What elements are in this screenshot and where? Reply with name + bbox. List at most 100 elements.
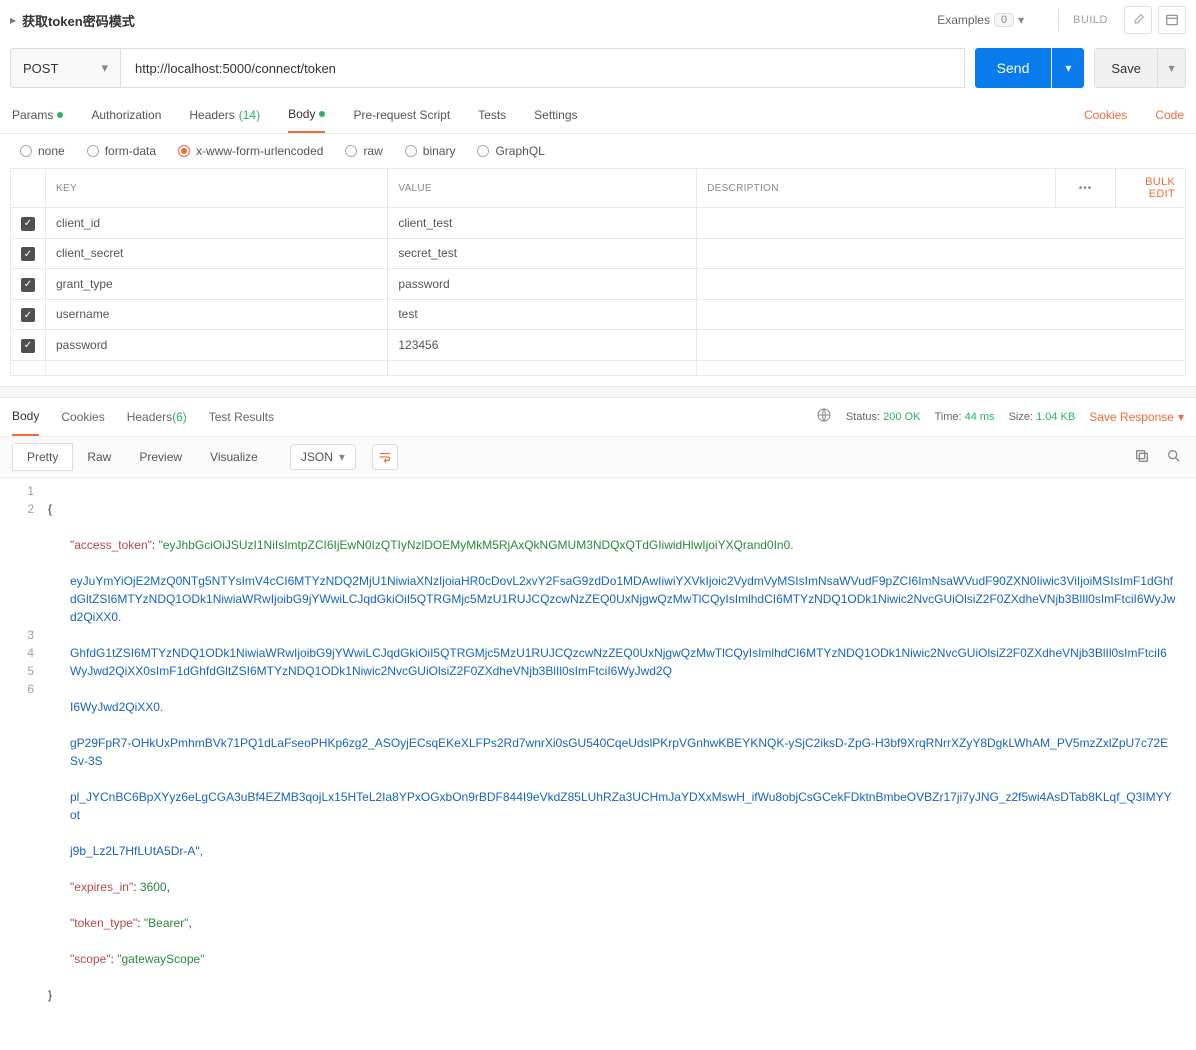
- col-value: VALUE: [388, 169, 697, 208]
- tab-body[interactable]: Body: [288, 96, 325, 133]
- bulk-edit-link[interactable]: Bulk Edit: [1116, 169, 1186, 208]
- dot-icon: [57, 112, 63, 118]
- send-dropdown[interactable]: ▾: [1052, 48, 1084, 88]
- checkbox-icon[interactable]: ✓: [21, 247, 35, 261]
- save-dropdown[interactable]: ▾: [1158, 48, 1186, 88]
- radio-binary[interactable]: binary: [405, 144, 456, 158]
- title-bar: ▸ 获取token密码模式 Examples 0 ▾ BUILD: [0, 0, 1196, 40]
- url-input[interactable]: [120, 48, 965, 88]
- viewer-visualize[interactable]: Visualize: [196, 444, 272, 470]
- tab-prerequest[interactable]: Pre-request Script: [353, 96, 450, 133]
- collapse-caret-icon[interactable]: ▸: [10, 13, 16, 27]
- cell-description[interactable]: [697, 299, 1186, 330]
- code-link[interactable]: Code: [1155, 108, 1184, 122]
- save-response-link[interactable]: Save Response ▾: [1089, 410, 1184, 424]
- viewer-pretty[interactable]: Pretty: [12, 443, 73, 471]
- table-row[interactable]: ✓ client_id client_test: [11, 208, 1186, 239]
- line-gutter: 12 3456: [0, 482, 48, 1040]
- divider: [1058, 10, 1059, 30]
- col-more[interactable]: •••: [1056, 169, 1116, 208]
- examples-dropdown-icon[interactable]: ▾: [1018, 13, 1024, 27]
- tab-tests[interactable]: Tests: [478, 96, 506, 133]
- cell-value[interactable]: 123456: [388, 330, 697, 361]
- request-tabs: Params Authorization Headers (14) Body P…: [0, 96, 1196, 134]
- col-checkbox: [11, 169, 46, 208]
- globe-icon[interactable]: [816, 407, 832, 426]
- method-value: POST: [23, 61, 58, 76]
- table-row[interactable]: ✓ password 123456: [11, 330, 1186, 361]
- status-label: Status:: [846, 411, 880, 423]
- more-icon: •••: [1079, 183, 1093, 194]
- viewer-raw[interactable]: Raw: [73, 444, 125, 470]
- size-value: 1.04 KB: [1036, 411, 1075, 423]
- cookies-link[interactable]: Cookies: [1084, 108, 1127, 122]
- viewer-preview[interactable]: Preview: [125, 444, 196, 470]
- copy-icon[interactable]: [1134, 448, 1152, 466]
- radio-formdata[interactable]: form-data: [87, 144, 156, 158]
- response-body: 12 3456 { "access_token": "eyJhbGciOiJSU…: [0, 478, 1196, 1050]
- tab-params[interactable]: Params: [12, 96, 63, 133]
- time-value: 44 ms: [965, 411, 995, 423]
- chevron-down-icon: ▾: [1178, 410, 1184, 424]
- cell-description[interactable]: [697, 208, 1186, 239]
- send-button[interactable]: Send: [975, 48, 1052, 88]
- checkbox-icon[interactable]: ✓: [21, 217, 35, 231]
- time-label: Time:: [934, 411, 961, 423]
- cell-key[interactable]: client_id: [46, 208, 388, 239]
- examples-count-badge: 0: [994, 13, 1014, 27]
- radio-raw[interactable]: raw: [345, 144, 382, 158]
- response-meta: Status: 200 OK Time: 44 ms Size: 1.04 KB…: [816, 407, 1184, 426]
- panel-icon[interactable]: [1158, 6, 1186, 34]
- col-description: DESCRIPTION: [697, 169, 1056, 208]
- radio-urlencoded[interactable]: x-www-form-urlencoded: [178, 144, 323, 158]
- cell-value[interactable]: password: [388, 269, 697, 300]
- chevron-down-icon: ▾: [101, 60, 108, 76]
- radio-none[interactable]: none: [20, 144, 65, 158]
- url-row: POST ▾ Send ▾ Save ▾: [0, 40, 1196, 96]
- tab-headers[interactable]: Headers (14): [189, 96, 260, 133]
- response-code[interactable]: { "access_token": "eyJhbGciOiJSUzI1NiIsI…: [48, 482, 1196, 1040]
- col-key: KEY: [46, 169, 388, 208]
- response-divider[interactable]: [0, 386, 1196, 398]
- table-row[interactable]: ✓ username test: [11, 299, 1186, 330]
- cell-value[interactable]: client_test: [388, 208, 697, 239]
- table-row[interactable]: ✓ grant_type password: [11, 269, 1186, 300]
- checkbox-icon[interactable]: ✓: [21, 278, 35, 292]
- radio-graphql[interactable]: GraphQL: [477, 144, 544, 158]
- checkbox-icon[interactable]: ✓: [21, 339, 35, 353]
- wrap-lines-icon[interactable]: [372, 444, 398, 470]
- method-select[interactable]: POST ▾: [10, 48, 120, 88]
- body-params-table: KEY VALUE DESCRIPTION ••• Bulk Edit ✓ cl…: [10, 168, 1186, 376]
- cell-description[interactable]: [697, 269, 1186, 300]
- resp-tab-headers[interactable]: Headers (6): [127, 398, 187, 436]
- cell-key[interactable]: grant_type: [46, 269, 388, 300]
- tab-authorization[interactable]: Authorization: [91, 96, 161, 133]
- table-row-empty[interactable]: [11, 360, 1186, 375]
- cell-description[interactable]: [697, 238, 1186, 269]
- size-label: Size:: [1009, 411, 1033, 423]
- cell-description[interactable]: [697, 330, 1186, 361]
- cell-value[interactable]: secret_test: [388, 238, 697, 269]
- body-type-row: none form-data x-www-form-urlencoded raw…: [0, 134, 1196, 168]
- format-select[interactable]: JSON▾: [290, 444, 356, 470]
- cell-key[interactable]: client_secret: [46, 238, 388, 269]
- examples-label[interactable]: Examples: [937, 13, 990, 27]
- search-icon[interactable]: [1166, 448, 1184, 466]
- cell-value[interactable]: test: [388, 299, 697, 330]
- cell-key[interactable]: username: [46, 299, 388, 330]
- resp-tab-cookies[interactable]: Cookies: [61, 398, 104, 436]
- resp-tab-body[interactable]: Body: [12, 398, 39, 436]
- table-row[interactable]: ✓ client_secret secret_test: [11, 238, 1186, 269]
- resp-tab-tests[interactable]: Test Results: [209, 398, 274, 436]
- response-tabs: Body Cookies Headers (6) Test Results St…: [0, 398, 1196, 436]
- dot-icon: [319, 111, 325, 117]
- tab-settings[interactable]: Settings: [534, 96, 577, 133]
- checkbox-icon[interactable]: ✓: [21, 308, 35, 322]
- status-value: 200 OK: [883, 411, 920, 423]
- request-title: 获取token密码模式: [22, 11, 135, 30]
- cell-key[interactable]: password: [46, 330, 388, 361]
- save-button[interactable]: Save: [1094, 48, 1158, 88]
- chevron-down-icon: ▾: [339, 450, 345, 464]
- comment-icon[interactable]: [1124, 6, 1152, 34]
- build-label[interactable]: BUILD: [1073, 14, 1108, 26]
